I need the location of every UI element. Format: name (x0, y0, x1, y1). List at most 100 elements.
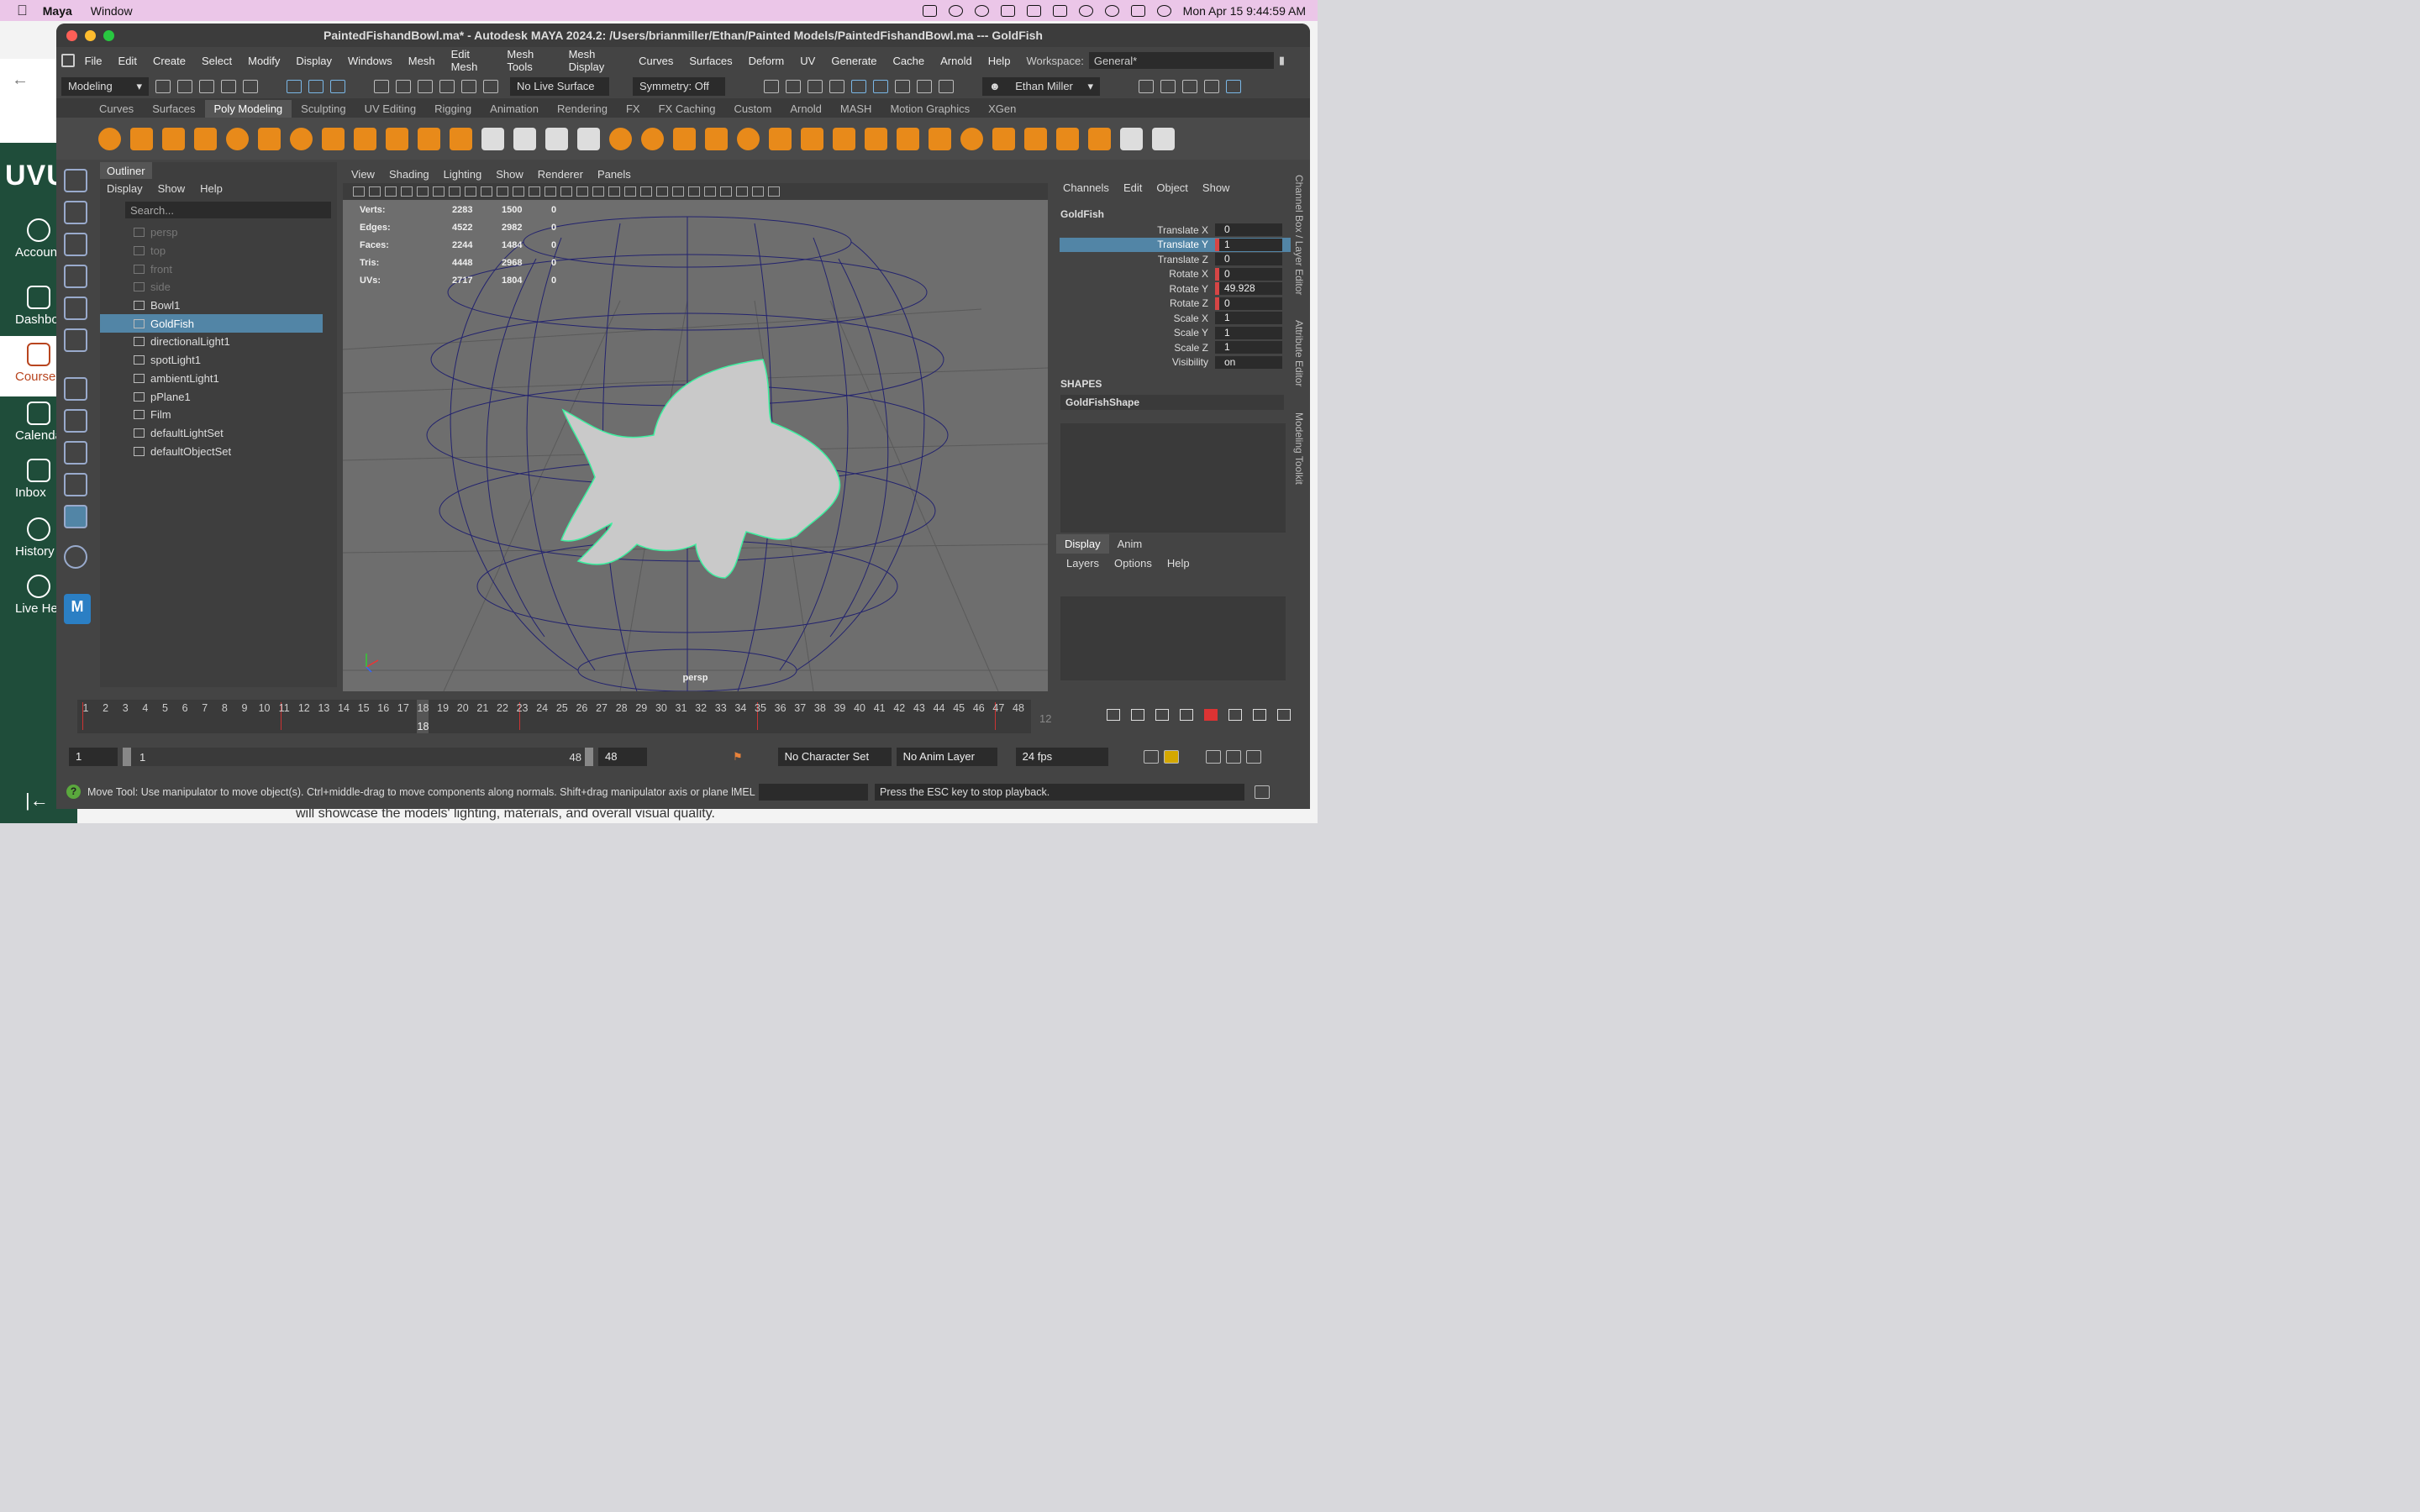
outliner-layout-icon[interactable] (64, 505, 87, 528)
siri-icon[interactable] (1156, 4, 1171, 17)
separate-icon[interactable] (673, 127, 696, 150)
play-icon[interactable] (974, 4, 989, 17)
window-menu[interactable]: Window (91, 4, 133, 18)
prev-key-icon[interactable] (1155, 709, 1169, 721)
sound-icon[interactable] (1205, 750, 1221, 764)
exposure-icon[interactable] (768, 186, 780, 197)
shelf-tab-fx-caching[interactable]: FX Caching (650, 100, 725, 118)
goldfish-mesh[interactable] (560, 359, 841, 579)
channel-row[interactable]: Scale Y 1 (1055, 326, 1291, 341)
move-tool-icon[interactable] (64, 265, 87, 288)
tab-modeling-toolkit[interactable]: Modeling Toolkit (1293, 412, 1305, 485)
time-slider-track[interactable]: 1 2 3 4 5 6 7 8 9 10 11 12 13 14 15 16 17 18 19 20 21 22 23 24 2… (77, 700, 1031, 733)
outliner-item[interactable]: top (100, 242, 323, 260)
image-plane-icon[interactable] (401, 186, 413, 197)
next-key-icon[interactable] (1228, 709, 1242, 721)
isolate-icon[interactable] (720, 186, 732, 197)
render-settings-icon[interactable] (829, 79, 844, 93)
select-tool-icon[interactable] (64, 169, 87, 192)
collapse-icon[interactable]: |← (25, 790, 49, 811)
menu-mesh-display[interactable]: Mesh Display (569, 48, 623, 73)
fps-dropdown[interactable]: 24 fps (1015, 748, 1108, 766)
modeling-toolkit-icon[interactable] (1139, 79, 1154, 93)
menu-edit-mesh[interactable]: Edit Mesh (451, 48, 492, 73)
menu-file[interactable]: File (85, 55, 103, 67)
step-forward-icon[interactable] (1253, 709, 1266, 721)
poly-sphere-icon[interactable] (98, 127, 121, 150)
extrude-icon[interactable] (865, 127, 887, 150)
shelf-tab-mash[interactable]: MASH (831, 100, 881, 118)
wifi-icon[interactable] (1078, 4, 1093, 17)
anti-alias-icon[interactable] (704, 186, 716, 197)
lasso-select-icon[interactable] (609, 127, 632, 150)
viewport-menu-renderer[interactable]: Renderer (538, 168, 583, 181)
channel-menu-object[interactable]: Object (1156, 181, 1188, 194)
reduce-icon[interactable] (801, 127, 823, 150)
viewport-menu-shading[interactable]: Shading (389, 168, 429, 181)
search-icon[interactable] (64, 545, 87, 569)
target-weld-icon[interactable] (1056, 127, 1079, 150)
go-to-start-icon[interactable] (1107, 709, 1120, 721)
menu-windows[interactable]: Windows (348, 55, 392, 67)
poly-torus-icon[interactable] (226, 127, 249, 150)
outliner-item[interactable]: ambientLight1 (100, 370, 323, 388)
channel-row[interactable]: Translate X 0 (1055, 223, 1291, 238)
loop-icon[interactable] (1143, 750, 1159, 764)
live-surface-field[interactable]: No Live Surface (510, 76, 609, 96)
menu-edit[interactable]: Edit (118, 55, 137, 67)
layer-menu-layers[interactable]: Layers (1066, 557, 1099, 570)
script-editor-icon[interactable] (1255, 785, 1270, 799)
combine-icon[interactable] (641, 127, 664, 150)
grid-icon[interactable] (449, 186, 460, 197)
animation-end-field[interactable]: 48 (598, 748, 647, 766)
outliner-item[interactable]: defaultObjectSet (100, 442, 323, 460)
animation-preferences-icon[interactable] (1245, 750, 1261, 764)
snap-view-icon[interactable] (461, 79, 476, 93)
outliner-search-input[interactable]: Search... (125, 202, 331, 218)
menu-generate[interactable]: Generate (831, 55, 876, 67)
select-hierarchy-icon[interactable] (287, 79, 302, 93)
sweep-mesh-icon[interactable] (386, 127, 408, 150)
poly-cone-icon[interactable] (194, 127, 217, 150)
type-tool-icon[interactable] (418, 127, 440, 150)
snap-icon[interactable] (545, 127, 568, 150)
extract-icon[interactable] (705, 127, 728, 150)
grid-icon[interactable] (481, 127, 504, 150)
arnold-tools-icon[interactable] (917, 79, 932, 93)
single-view-icon[interactable] (64, 409, 87, 433)
shelf-tab-xgen[interactable]: XGen (979, 100, 1025, 118)
mirror-icon[interactable] (833, 127, 855, 150)
character-controls-icon[interactable] (1160, 79, 1176, 93)
outliner-menu-help[interactable]: Help (200, 182, 223, 195)
cache-playback-icon[interactable] (1225, 750, 1241, 764)
arnold-ipr-icon[interactable] (895, 79, 910, 93)
play-backward-icon[interactable] (1180, 709, 1193, 721)
script-language-label[interactable]: MEL (734, 786, 759, 798)
control-center-icon[interactable] (1130, 4, 1145, 17)
poly-disc-icon[interactable] (290, 127, 313, 150)
shelf-tab-sculpting[interactable]: Sculpting (292, 100, 355, 118)
mel-input[interactable] (759, 783, 868, 801)
channel-row[interactable]: Rotate X 0 (1055, 267, 1291, 282)
channel-value[interactable]: 0 (1215, 267, 1282, 281)
outliner-item[interactable]: pPlane1 (100, 387, 323, 406)
outliner-menu-show[interactable]: Show (158, 182, 186, 195)
channel-value[interactable]: 1 (1215, 326, 1282, 339)
svg-tool-icon[interactable] (450, 127, 472, 150)
channel-menu-channels[interactable]: Channels (1063, 181, 1109, 194)
menu-create[interactable]: Create (153, 55, 186, 67)
character-set-dropdown[interactable]: No Character Set (777, 748, 892, 766)
creative-cloud-icon[interactable] (948, 4, 963, 17)
super-shape-icon[interactable] (354, 127, 376, 150)
extension-icon[interactable] (922, 4, 937, 17)
snap-point-icon[interactable] (418, 79, 433, 93)
channel-menu-show[interactable]: Show (1202, 181, 1230, 194)
shelf-tab-surfaces[interactable]: Surfaces (143, 100, 204, 118)
open-scene-icon[interactable] (177, 79, 192, 93)
shelf-tab-custom[interactable]: Custom (725, 100, 781, 118)
current-frame-field[interactable]: 12 (1039, 712, 1090, 725)
user-account-dropdown[interactable]: ☻ Ethan Miller ▾ (982, 76, 1100, 96)
menu-curves[interactable]: Curves (639, 55, 673, 67)
channel-row[interactable]: Scale X 1 (1055, 311, 1291, 326)
tab-display-layers[interactable]: Display (1056, 534, 1109, 554)
